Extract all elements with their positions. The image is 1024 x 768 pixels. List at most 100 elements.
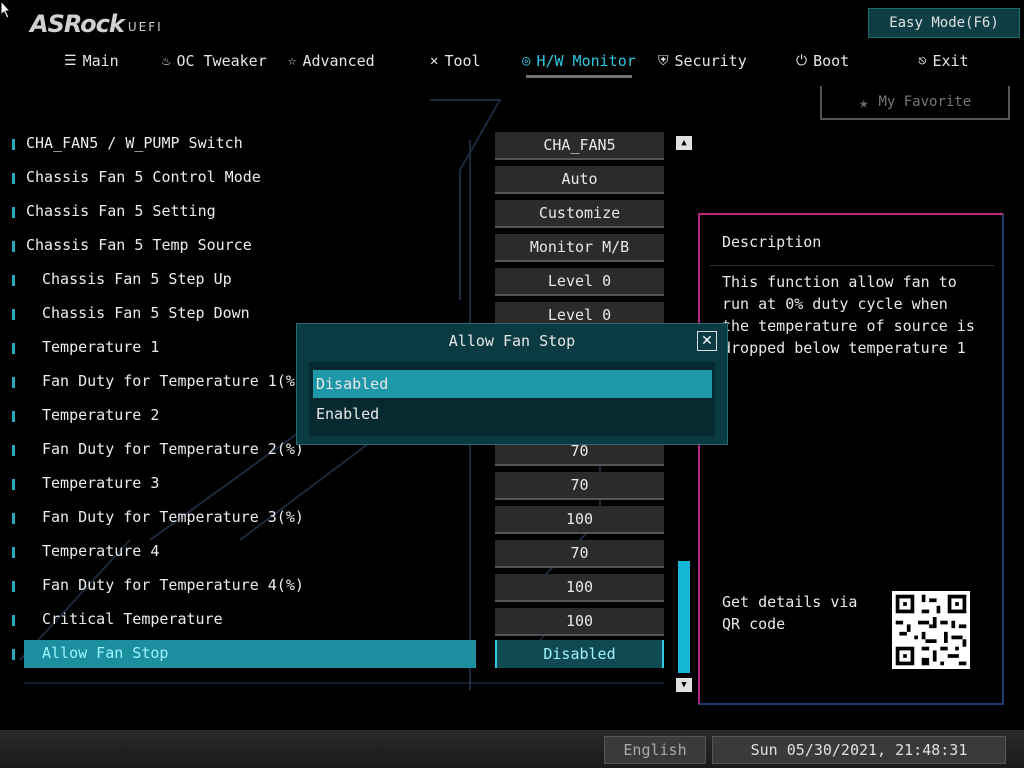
- tab-tool[interactable]: ✕ Tool: [430, 48, 481, 74]
- setting-label: Chassis Fan 5 Control Mode: [26, 168, 261, 186]
- language-button[interactable]: English: [604, 736, 706, 764]
- tab-label: Boot: [813, 52, 850, 70]
- row-marker: [12, 309, 15, 320]
- setting-label: Temperature 1: [42, 338, 160, 356]
- tab-label: Advanced: [302, 52, 375, 70]
- setting-value[interactable]: 70: [495, 472, 664, 500]
- setting-label: Fan Duty for Temperature 3(%): [42, 508, 304, 526]
- setting-label: Allow Fan Stop: [42, 644, 169, 662]
- tab-oc-tweaker[interactable]: ♨ OC Tweaker: [162, 48, 267, 74]
- dialog-title: Allow Fan Stop: [448, 332, 576, 350]
- description-panel: Description This function allow fan to r…: [698, 213, 1004, 705]
- monitor-icon: ◎: [522, 53, 531, 69]
- setting-label: Chassis Fan 5 Setting: [26, 202, 216, 220]
- row-marker: [12, 581, 15, 592]
- qr-caption: Get details via QR code: [722, 593, 858, 633]
- star-icon: ☆: [288, 53, 297, 69]
- row-marker: [12, 139, 15, 150]
- setting-value[interactable]: 100: [495, 608, 664, 636]
- brand-name: ASRock: [30, 10, 125, 38]
- list-icon: ☰: [64, 53, 77, 69]
- easy-mode-button[interactable]: Easy Mode(F6): [868, 8, 1020, 38]
- setting-value[interactable]: Customize: [495, 200, 664, 228]
- flame-icon: ♨: [162, 53, 171, 69]
- setting-row[interactable]: CHA_FAN5 / W_PUMP Switch CHA_FAN5: [0, 130, 680, 160]
- row-marker: [12, 615, 15, 626]
- setting-value[interactable]: Auto: [495, 166, 664, 194]
- setting-row[interactable]: Critical Temperature 100: [0, 606, 680, 636]
- setting-row[interactable]: Chassis Fan 5 Setting Customize: [0, 198, 680, 228]
- row-marker: [12, 649, 15, 660]
- row-marker: [12, 241, 15, 252]
- setting-label: Fan Duty for Temperature 1(%): [42, 372, 304, 390]
- star-icon: ★: [858, 92, 869, 112]
- tab-label: H/W Monitor: [536, 52, 636, 70]
- tab-advanced[interactable]: ☆ Advanced: [288, 48, 375, 74]
- setting-row-selected[interactable]: Allow Fan Stop Disabled: [0, 640, 680, 668]
- row-marker: [12, 445, 15, 456]
- allow-fan-stop-dialog: Allow Fan Stop ✕ Disabled Enabled: [296, 323, 728, 445]
- setting-value[interactable]: 100: [495, 574, 664, 602]
- row-marker: [12, 173, 15, 184]
- setting-row[interactable]: Chassis Fan 5 Temp Source Monitor M/B: [0, 232, 680, 262]
- setting-row[interactable]: Chassis Fan 5 Control Mode Auto: [0, 164, 680, 194]
- mouse-cursor-icon: [0, 0, 12, 19]
- option-list: Disabled Enabled: [309, 362, 715, 436]
- scroll-down-arrow-icon[interactable]: ▼: [676, 678, 692, 692]
- setting-row[interactable]: Chassis Fan 5 Step Up Level 0: [0, 266, 680, 296]
- datetime-display: Sun 05/30/2021, 21:48:31: [712, 736, 1006, 764]
- asrock-logo: ASRock UEFI: [30, 8, 163, 38]
- row-marker: [12, 411, 15, 422]
- setting-value[interactable]: Level 0: [495, 268, 664, 296]
- row-marker: [12, 275, 15, 286]
- option-enabled[interactable]: Enabled: [313, 400, 712, 428]
- tab-label: OC Tweaker: [176, 52, 267, 70]
- setting-value[interactable]: CHA_FAN5: [495, 132, 664, 160]
- tab-exit[interactable]: ⎋ Exit: [918, 48, 969, 74]
- row-marker: [12, 479, 15, 490]
- setting-label: Chassis Fan 5 Step Up: [42, 270, 232, 288]
- row-marker: [12, 207, 15, 218]
- close-icon[interactable]: ✕: [697, 331, 717, 351]
- setting-label: Temperature 2: [42, 406, 160, 424]
- row-marker: [12, 377, 15, 388]
- tab-label: Main: [82, 52, 119, 70]
- shield-icon: ⛨: [658, 53, 669, 69]
- setting-label: Fan Duty for Temperature 2(%): [42, 440, 304, 458]
- tools-icon: ✕: [430, 53, 439, 69]
- option-disabled[interactable]: Disabled: [313, 370, 712, 398]
- scroll-thumb[interactable]: [678, 561, 690, 673]
- setting-value[interactable]: 70: [495, 540, 664, 568]
- tab-main[interactable]: ☰ Main: [64, 48, 119, 74]
- qr-code: [892, 591, 970, 669]
- my-favorite-button[interactable]: ★ My Favorite: [820, 86, 1010, 120]
- favorite-label: My Favorite: [878, 94, 972, 110]
- tab-label: Tool: [444, 52, 481, 70]
- uefi-label: UEFI: [127, 20, 163, 34]
- tab-label: Exit: [932, 52, 969, 70]
- setting-value[interactable]: Disabled: [495, 640, 664, 668]
- divider: [710, 265, 994, 266]
- tab-security[interactable]: ⛨ Security: [658, 48, 747, 74]
- power-icon: ⏻: [796, 53, 808, 69]
- setting-label: Temperature 4: [42, 542, 160, 560]
- row-marker: [12, 547, 15, 558]
- setting-value[interactable]: Monitor M/B: [495, 234, 664, 262]
- tab-boot[interactable]: ⏻ Boot: [796, 48, 849, 74]
- setting-label: CHA_FAN5 / W_PUMP Switch: [26, 134, 243, 152]
- row-marker: [12, 513, 15, 524]
- setting-label: Critical Temperature: [42, 610, 223, 628]
- scroll-up-arrow-icon[interactable]: ▲: [676, 136, 692, 150]
- setting-row[interactable]: Temperature 3 70: [0, 470, 680, 500]
- row-marker: [12, 343, 15, 354]
- exit-icon: ⎋: [918, 53, 927, 69]
- setting-row[interactable]: Fan Duty for Temperature 3(%) 100: [0, 504, 680, 534]
- setting-label: Chassis Fan 5 Temp Source: [26, 236, 252, 254]
- tab-hw-monitor[interactable]: ◎ H/W Monitor: [522, 48, 636, 78]
- setting-row[interactable]: Fan Duty for Temperature 4(%) 100: [0, 572, 680, 602]
- setting-label: Fan Duty for Temperature 4(%): [42, 576, 304, 594]
- setting-label: Temperature 3: [42, 474, 160, 492]
- setting-label: Chassis Fan 5 Step Down: [42, 304, 250, 322]
- setting-value[interactable]: 100: [495, 506, 664, 534]
- setting-row[interactable]: Temperature 4 70: [0, 538, 680, 568]
